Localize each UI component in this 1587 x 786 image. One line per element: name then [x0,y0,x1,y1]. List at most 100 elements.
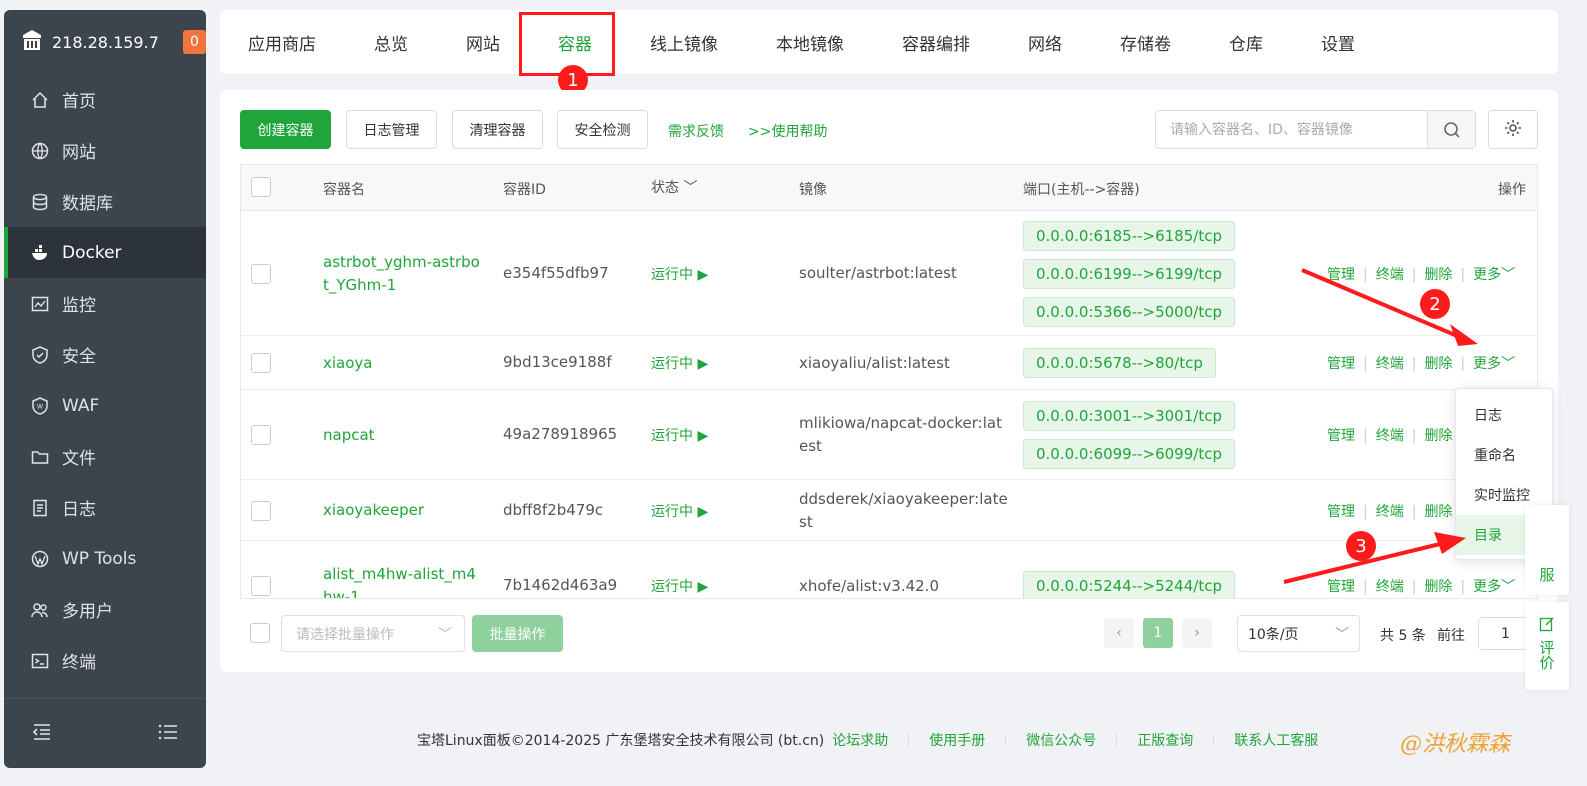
chevron-left-icon: ‹ [1116,625,1122,641]
table-row: astrbot_yghm-astrbot_YGhm-1 e354f55dfb97 运… [241,211,1537,336]
manage-link[interactable]: 管理 [1327,579,1355,595]
terminal-link[interactable]: 终端 [1376,428,1404,444]
sidebar-item-label: 安全 [62,347,96,367]
sidebar-item-monitor[interactable]: 监控 [4,278,206,329]
terminal-link[interactable]: 终端 [1376,579,1404,595]
delete-link[interactable]: 删除 [1424,267,1452,283]
tab-1[interactable]: 总览 [374,30,408,55]
tab-2[interactable]: 网站 [466,30,500,55]
settings-gear-button[interactable] [1488,110,1538,149]
page-size-select[interactable]: 10条/页 ﹀ [1237,615,1360,652]
tab-9[interactable]: 仓库 [1229,30,1263,55]
page-size-value: 10条/页 [1248,626,1299,643]
sidebar-item-home[interactable]: 首页 [4,74,206,125]
image-name: mlikiowa/napcat-docker:latest [799,414,1002,455]
status-toggle[interactable]: 运行中 ▶ [651,353,708,373]
security-check-button[interactable]: 安全检测 [557,110,648,149]
row-checkbox[interactable] [251,500,271,521]
footer-link-manual[interactable]: 使用手册 [929,730,985,750]
tab-10[interactable]: 设置 [1321,30,1355,55]
log-management-button[interactable]: 日志管理 [346,110,437,149]
sidebar-header: 218.28.159.7 0 [4,10,206,74]
row-checkbox[interactable] [251,263,271,284]
sidebar-item-docker[interactable]: Docker [4,227,206,278]
sidebar-item-wordpress[interactable]: WP Tools [4,533,206,584]
select-all-checkbox[interactable] [251,177,271,197]
page-1-button[interactable]: 1 [1143,618,1173,648]
manage-link[interactable]: 管理 [1327,267,1355,283]
sidebar-item-log[interactable]: 日志 [4,482,206,533]
header-ops: 操作 [1498,182,1526,198]
sidebar-item-terminal[interactable]: 终端 [4,635,206,686]
image-name: ddsderek/xiaoyakeeper:latest [799,489,1008,531]
sidebar-item-waf[interactable]: W WAF [4,380,206,431]
sidebar-item-shield[interactable]: 安全 [4,329,206,380]
delete-link[interactable]: 删除 [1424,504,1452,520]
manage-link[interactable]: 管理 [1327,504,1355,520]
footer-link-wechat[interactable]: 微信公众号 [1026,730,1096,750]
footer-select-checkbox[interactable] [250,623,270,643]
menu-list-icon[interactable] [158,723,178,745]
container-name-link[interactable]: xiaoyakeeper [323,499,483,522]
row-checkbox[interactable] [251,576,271,596]
clean-containers-button[interactable]: 清理容器 [452,110,543,149]
terminal-link[interactable]: 终端 [1376,267,1404,283]
globe-icon [30,141,50,161]
status-toggle[interactable]: 运行中 ▶ [651,576,708,596]
container-name-link[interactable]: astrbot_yghm-astrbot_YGhm-1 [323,251,483,297]
footer-link-forum[interactable]: 论坛求助 [832,730,888,750]
more-link[interactable]: 更多﹀ [1473,579,1515,595]
tab-8[interactable]: 存储卷 [1120,30,1171,55]
table-row: alist_m4hw-alist_m4hw-1 7b1462d463a9 运行中 ▶… [241,541,1537,598]
feedback-link[interactable]: 需求反馈 [668,121,724,141]
delete-link[interactable]: 删除 [1424,356,1452,372]
status-toggle[interactable]: 运行中 ▶ [651,425,708,445]
terminal-link[interactable]: 终端 [1376,356,1404,372]
tab-6[interactable]: 容器编排 [902,30,970,55]
dropdown-item-rename[interactable]: 重命名 [1456,435,1552,475]
footer-link-support[interactable]: 联系人工客服 [1234,730,1318,750]
row-checkbox[interactable] [251,425,271,445]
footer-link-license[interactable]: 正版查询 [1137,730,1193,750]
table-footer: 请选择批量操作 ﹀ 批量操作 ‹ 1 › 10条/页 ﹀ 共 5 条 前往 1 [240,615,1538,655]
delete-link[interactable]: 删除 [1424,579,1452,595]
row-checkbox[interactable] [251,353,271,373]
status-toggle[interactable]: 运行中 ▶ [651,501,708,521]
more-link[interactable]: 更多﹀ [1473,356,1515,372]
search-input[interactable] [1156,111,1427,148]
status-toggle[interactable]: 运行中 ▶ [651,264,708,284]
container-name-link[interactable]: napcat [323,424,483,447]
sidebar-item-globe[interactable]: 网站 [4,125,206,176]
tab-7[interactable]: 网络 [1028,30,1062,55]
next-page-button[interactable]: › [1182,618,1212,648]
svg-text:W: W [37,403,43,410]
sidebar-item-folder[interactable]: 文件 [4,431,206,482]
tab-5[interactable]: 本地镜像 [776,30,844,55]
tab-4[interactable]: 线上镜像 [650,30,718,55]
sidebar-item-users[interactable]: 多用户 [4,584,206,635]
delete-link[interactable]: 删除 [1424,428,1452,444]
tab-0[interactable]: 应用商店 [248,30,316,55]
server-ip[interactable]: 218.28.159.7 [52,33,159,52]
header-status[interactable]: 状态 ﹀ [651,177,697,197]
rate-button[interactable]: 评价 [1525,602,1569,690]
notification-badge[interactable]: 0 [182,30,206,54]
help-link[interactable]: >>使用帮助 [748,121,827,141]
manage-link[interactable]: 管理 [1327,356,1355,372]
customer-service-button[interactable]: 服 [1525,505,1569,595]
prev-page-button[interactable]: ‹ [1104,618,1134,648]
more-link[interactable]: 更多﹀ [1473,267,1515,283]
create-container-button[interactable]: 创建容器 [240,110,331,149]
manage-link[interactable]: 管理 [1327,428,1355,444]
image-name: xhofe/alist:v3.42.0 [799,576,939,595]
batch-operation-button[interactable]: 批量操作 [472,615,563,652]
dropdown-item-log[interactable]: 日志 [1456,395,1552,435]
batch-operation-select[interactable]: 请选择批量操作 ﹀ [281,615,465,652]
terminal-link[interactable]: 终端 [1376,504,1404,520]
container-name-link[interactable]: alist_m4hw-alist_m4hw-1 [323,563,483,598]
collapse-sidebar-icon[interactable] [32,723,52,745]
sidebar-item-database[interactable]: 数据库 [4,176,206,227]
search-icon[interactable] [1427,111,1475,148]
container-name-link[interactable]: xiaoya [323,352,483,375]
sidebar-item-label: 日志 [62,500,96,520]
